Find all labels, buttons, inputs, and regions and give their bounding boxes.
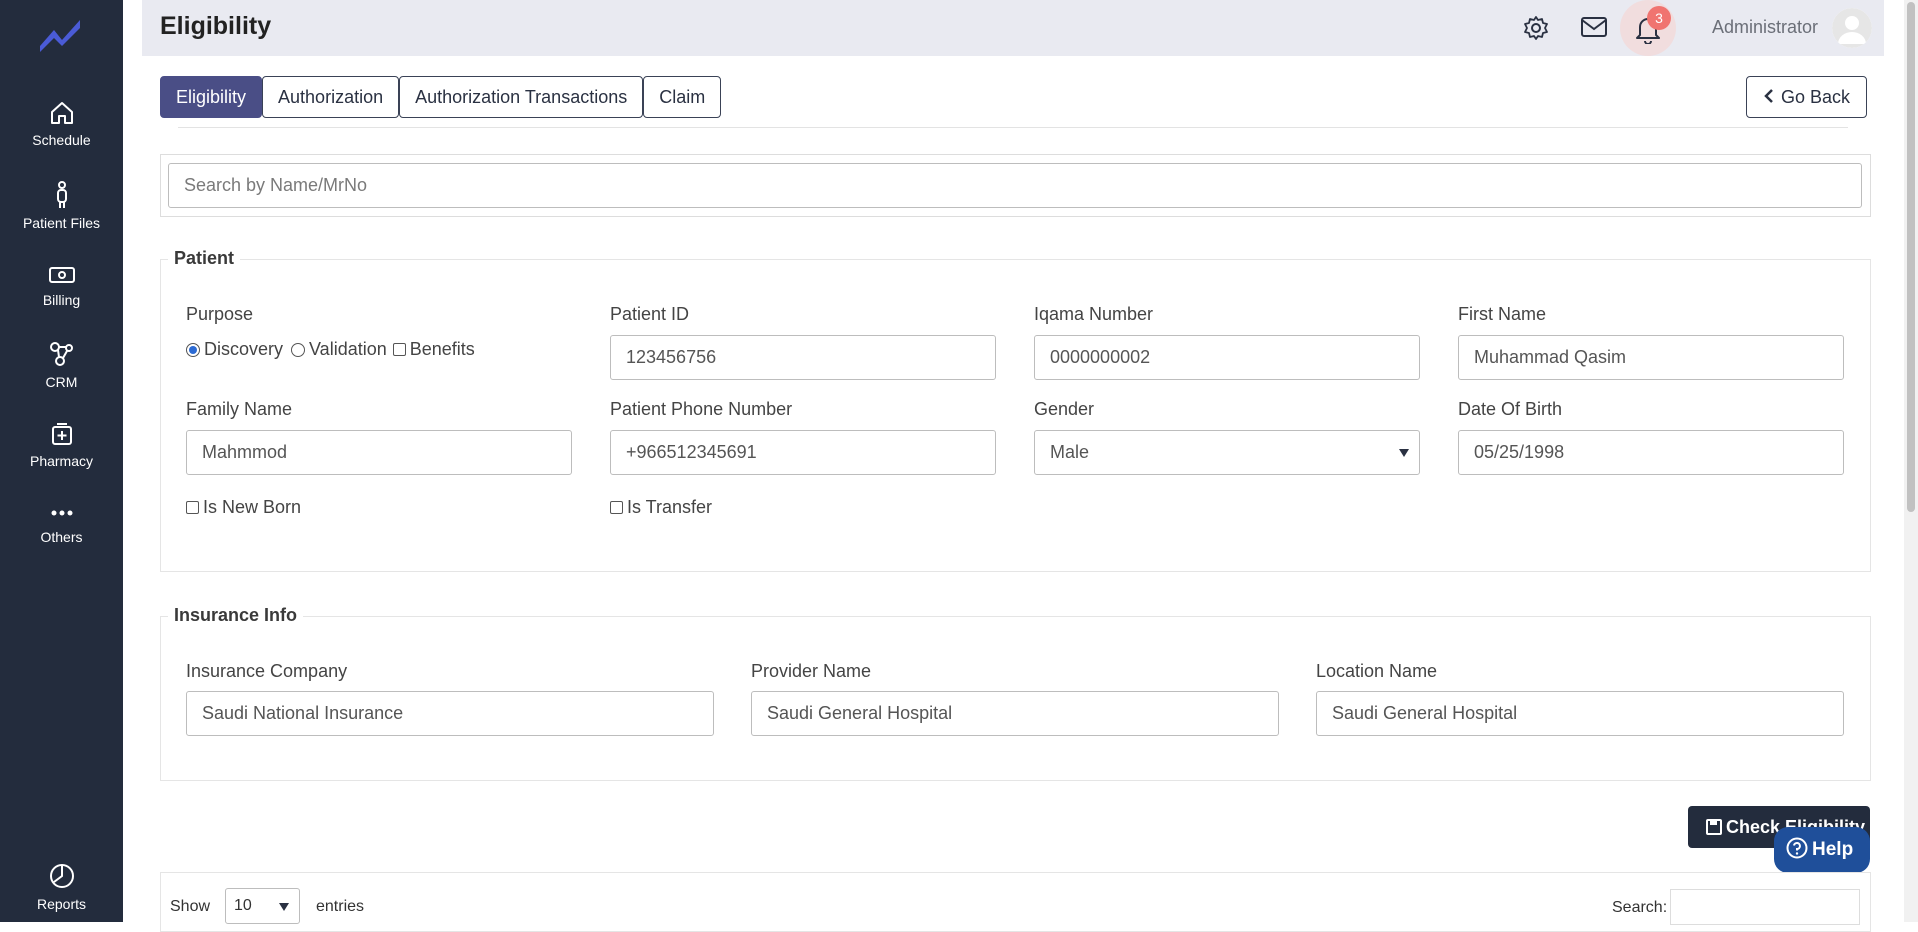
new-born-checkbox[interactable]: [186, 501, 199, 514]
show-label: Show: [170, 898, 211, 915]
question-icon: [1786, 837, 1808, 859]
gender-label: Gender: [1034, 399, 1095, 419]
search-input[interactable]: [168, 163, 1862, 208]
home-icon: [50, 102, 73, 124]
validation-label: Validation: [309, 339, 387, 359]
dob-label: Date Of Birth: [1458, 399, 1563, 419]
sidebar-item-schedule[interactable]: Schedule: [0, 100, 123, 148]
top-header: Eligibility 3 Administrator: [142, 0, 1884, 56]
purpose-label: Purpose: [186, 304, 254, 324]
entries-select[interactable]: 10: [225, 888, 300, 924]
entries-label: entries: [316, 898, 365, 915]
sidebar-item-others[interactable]: Others: [0, 503, 123, 545]
tab-eligibility[interactable]: Eligibility: [160, 76, 263, 118]
family-name-label: Family Name: [186, 399, 293, 419]
new-born-option: Is New Born: [186, 497, 301, 518]
money-icon: [48, 267, 75, 283]
insurance-company-field[interactable]: Saudi National Insurance: [186, 691, 714, 736]
save-icon: [1706, 819, 1722, 835]
insurance-legend: Insurance Info: [168, 605, 304, 626]
gear-icon[interactable]: [1522, 14, 1550, 42]
sidebar-item-label: Reports: [36, 896, 87, 912]
avatar[interactable]: [1832, 8, 1872, 48]
first-name-label: First Name: [1458, 304, 1547, 324]
page-title: Eligibility: [160, 12, 272, 40]
location-name-label: Location Name: [1316, 661, 1438, 681]
caret-down-icon: [1399, 449, 1409, 457]
gender-value: Male: [1050, 442, 1090, 462]
entries-value: 10: [234, 897, 252, 914]
new-born-label: Is New Born: [203, 497, 302, 517]
page-scrollbar[interactable]: [1904, 0, 1918, 922]
person-icon: [56, 181, 67, 208]
sidebar-item-patient-files[interactable]: Patient Files: [0, 181, 123, 231]
provider-name-field[interactable]: Saudi General Hospital: [751, 691, 1279, 736]
sidebar-item-label: Schedule: [32, 132, 91, 148]
provider-name-label: Provider Name: [751, 661, 872, 681]
caret-down-icon: [279, 903, 289, 911]
patient-id-label: Patient ID: [610, 304, 690, 324]
dob-field[interactable]: 05/25/1998: [1458, 430, 1844, 475]
help-button[interactable]: Help: [1774, 827, 1870, 873]
sidebar-item-reports[interactable]: Reports: [0, 862, 123, 912]
tab-bar: Eligibility Authorization Authorization …: [160, 76, 722, 118]
patient-id-field[interactable]: 123456756: [610, 335, 996, 380]
go-back-label: Go Back: [1781, 87, 1851, 107]
validation-radio[interactable]: [291, 342, 306, 357]
insurance-company-label: Insurance Company: [186, 661, 348, 681]
location-name-field[interactable]: Saudi General Hospital: [1316, 691, 1844, 736]
discovery-label: Discovery: [204, 339, 284, 359]
scrollbar-thumb[interactable]: [1907, 2, 1915, 512]
sidebar-item-label: Patient Files: [22, 215, 101, 231]
sidebar: Schedule Patient Files Billing CRM Pharm…: [0, 0, 123, 922]
go-back-button[interactable]: Go Back: [1746, 76, 1868, 118]
tab-claim[interactable]: Claim: [643, 76, 722, 118]
phone-label: Patient Phone Number: [610, 399, 793, 419]
purpose-options: Discovery Validation Benefits: [186, 339, 475, 360]
patient-legend: Patient: [168, 248, 241, 269]
sidebar-item-pharmacy[interactable]: Pharmacy: [0, 421, 123, 469]
gender-select[interactable]: Male: [1034, 430, 1420, 475]
reports-icon: [49, 864, 74, 888]
phone-field[interactable]: +966512345691: [610, 430, 996, 475]
discovery-radio[interactable]: [186, 342, 200, 357]
table-search-label: Search:: [1612, 899, 1668, 916]
benefits-label: Benefits: [409, 339, 475, 359]
tab-authorization-transactions[interactable]: Authorization Transactions: [399, 76, 644, 118]
iqama-field[interactable]: 0000000002: [1034, 335, 1420, 380]
user-avatar-icon: [1832, 8, 1872, 48]
network-icon: [49, 342, 73, 366]
more-icon: [51, 510, 72, 516]
pharmacy-icon: [51, 423, 72, 445]
user-name[interactable]: Administrator: [1712, 17, 1818, 38]
benefits-checkbox[interactable]: [392, 343, 406, 356]
transfer-label: Is Transfer: [627, 497, 713, 517]
mail-icon[interactable]: [1580, 16, 1608, 38]
patient-fieldset: [160, 259, 1871, 572]
chevron-left-icon: [1764, 89, 1773, 103]
iqama-label: Iqama Number: [1034, 304, 1154, 324]
notification-badge: 3: [1647, 6, 1671, 30]
sidebar-item-crm[interactable]: CRM: [0, 340, 123, 390]
transfer-checkbox[interactable]: [610, 501, 623, 514]
sidebar-item-label: Pharmacy: [29, 453, 94, 469]
divider: [178, 127, 1848, 128]
table-search-input[interactable]: [1670, 889, 1860, 925]
sidebar-item-label: CRM: [45, 374, 78, 390]
sidebar-item-label: Others: [40, 529, 83, 545]
tab-authorization[interactable]: Authorization: [262, 76, 400, 118]
sidebar-item-billing[interactable]: Billing: [0, 264, 123, 308]
first-name-field[interactable]: Muhammad Qasim: [1458, 335, 1844, 380]
app-logo-icon[interactable]: [38, 14, 84, 54]
transfer-option: Is Transfer: [610, 497, 712, 518]
sidebar-item-label: Billing: [42, 292, 81, 308]
help-label: Help: [1812, 839, 1854, 860]
family-name-field[interactable]: Mahmmod: [186, 430, 572, 475]
